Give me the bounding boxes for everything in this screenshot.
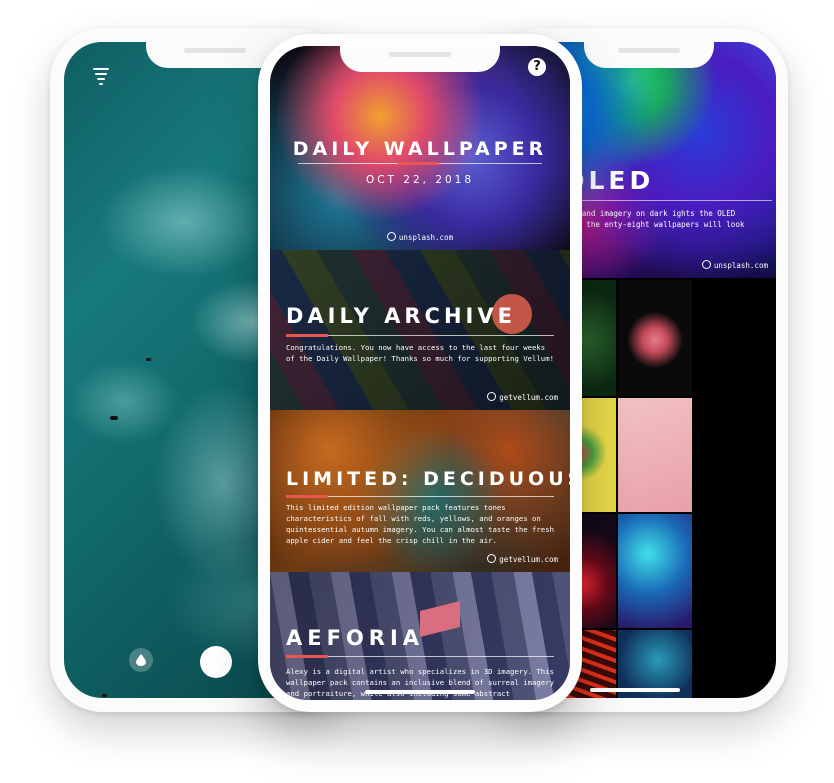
card-description: Alexy is a digital artist who specialize… [286,667,554,698]
home-indicator [590,688,680,692]
notch [340,46,500,72]
credit-text: unsplash.com [398,233,454,242]
credit-link[interactable]: getvellum.com [487,392,558,402]
credit-icon [487,392,497,401]
wallpaper-thumb[interactable] [618,514,692,628]
surfer [110,416,118,420]
card-aeforia[interactable]: AEFORIA Alexy is a digital artist who sp… [270,572,570,700]
filter-icon[interactable] [92,68,110,86]
credit-link[interactable]: getvellum.com [487,554,558,564]
shutter-button[interactable] [200,646,232,678]
accent-bar [286,655,328,658]
drop-icon[interactable] [129,648,153,672]
accent-bar [397,162,439,165]
card-daily-wallpaper[interactable]: DAILY WALLPAPER OCT 22, 2018 unsplash.co… [270,46,570,250]
credit-icon [386,232,396,241]
card-title: AEFORIA [286,626,425,650]
credit-link[interactable]: unsplash.com [701,260,768,270]
surfer [102,694,107,697]
notch [584,42,714,68]
help-icon[interactable]: ? [528,58,546,76]
credit-text: getvellum.com [499,555,558,564]
card-title: LIMITED: DECIDUOUS [286,468,570,490]
wallpaper-thumb[interactable] [618,280,692,396]
card-daily-archive[interactable]: DAILY ARCHIVE Congratulations. You now h… [270,250,570,410]
card-description: Congratulations. You now have access to … [286,343,554,363]
card-background [270,250,570,410]
surfer [146,358,151,361]
credit-icon [487,554,497,563]
home-indicator [365,690,475,694]
accent-bar [286,495,328,498]
card-title: DAILY WALLPAPER [292,138,548,160]
wallpaper-thumb[interactable] [618,398,692,512]
credit-icon [701,260,711,269]
wallpaper-feed-screen: ? DAILY WALLPAPER OCT 22, 2018 unsplash.… [270,46,570,700]
card-background [270,410,570,572]
card-date: OCT 22, 2018 [365,174,475,186]
credit-text: unsplash.com [713,261,768,270]
center-phone: ? DAILY WALLPAPER OCT 22, 2018 unsplash.… [258,34,582,712]
card-limited-deciduous[interactable]: LIMITED: DECIDUOUS This limited edition … [270,410,570,572]
credit-text: getvellum.com [499,393,558,402]
card-title: DAILY ARCHIVE [286,304,516,328]
card-description: This limited edition wallpaper pack feat… [286,503,554,545]
accent-bar [286,334,328,337]
credit-link[interactable]: unsplash.com [270,232,570,242]
